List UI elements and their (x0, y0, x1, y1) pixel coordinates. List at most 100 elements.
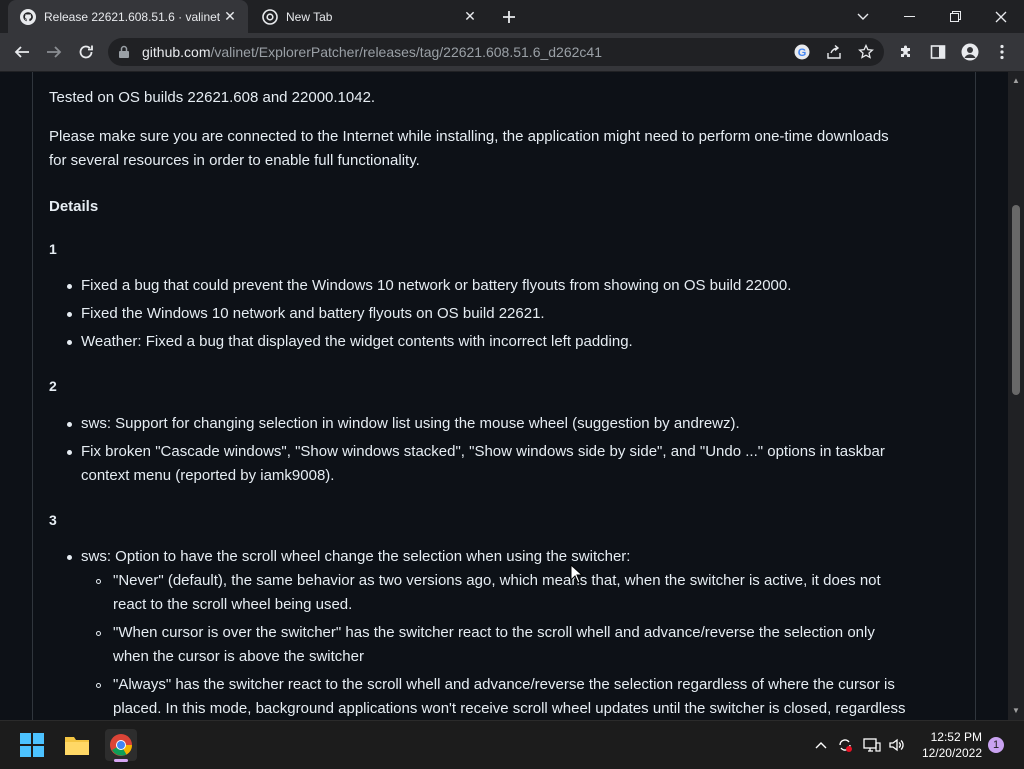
list-item: Fix broken "Cascade windows", "Show wind… (81, 443, 885, 460)
bookmark-button[interactable] (856, 42, 876, 62)
page-scrollbar[interactable]: ▲ ▼ (1008, 72, 1024, 720)
google-icon: G (794, 44, 810, 60)
close-tab-icon[interactable]: ✕ (460, 7, 480, 27)
page-viewport: Tested on OS builds 22621.608 and 22000.… (0, 72, 1008, 720)
network-tray-icon[interactable] (862, 735, 882, 755)
list-item: Weather: Fixed a bug that displayed the … (81, 333, 633, 350)
arrow-right-icon (47, 46, 62, 58)
clock-time: 12:52 PM (930, 730, 982, 744)
reload-icon (79, 45, 93, 59)
volume-tray-icon[interactable] (887, 735, 907, 755)
bullet (67, 284, 72, 289)
sub-list-item-continued: placed. In this mode, background applica… (113, 700, 906, 717)
internet-note-line1: Please make sure you are connected to th… (49, 128, 889, 145)
taskbar-clock[interactable]: 12:52 PM 12/20/2022 (912, 729, 982, 761)
minimize-button[interactable] (886, 0, 932, 33)
tab-github-release[interactable]: Release 22621.608.51.6 · valinet/E ✕ (8, 0, 248, 33)
sub-bullet (96, 631, 101, 636)
folder-icon (65, 737, 89, 755)
arrow-left-icon (14, 46, 29, 58)
sub-bullet (96, 579, 101, 584)
profile-button[interactable] (958, 40, 982, 64)
profile-icon (961, 43, 979, 61)
puzzle-icon (901, 45, 910, 57)
bullet (67, 312, 72, 317)
sub-bullet (96, 683, 101, 688)
new-tab-button[interactable] (498, 6, 520, 28)
sub-list-item-continued: react to the scroll wheel being used. (113, 596, 353, 613)
restore-button[interactable] (932, 0, 978, 33)
mouse-cursor-icon (570, 564, 584, 584)
share-icon (827, 44, 841, 59)
close-tab-icon[interactable]: ✕ (220, 7, 240, 27)
tab-new-tab[interactable]: New Tab ✕ (250, 0, 488, 33)
chrome-icon (110, 734, 132, 756)
active-app-indicator (114, 759, 128, 762)
list-item: Fixed the Windows 10 network and battery… (81, 305, 545, 322)
file-explorer-button[interactable] (61, 729, 93, 761)
sub-list-item-continued: when the cursor is above the switcher (113, 648, 364, 665)
minimize-icon (903, 15, 915, 17)
tab-search-button[interactable] (840, 0, 886, 33)
svg-text:G: G (798, 47, 807, 59)
chevron-down-icon (857, 13, 869, 20)
tab-title: New Tab (286, 9, 333, 24)
bullet (67, 340, 72, 345)
monitor-network-icon (863, 738, 881, 752)
kebab-menu-icon (1000, 44, 1004, 60)
list-item: sws: Support for changing selection in w… (81, 415, 740, 432)
sync-tray-icon[interactable] (835, 735, 855, 755)
restore-icon (949, 11, 961, 22)
section-3-number: 3 (49, 512, 57, 528)
scroll-up-icon[interactable]: ▲ (1012, 76, 1020, 85)
star-icon (858, 44, 874, 59)
side-panel-icon (930, 45, 946, 59)
share-button[interactable] (824, 42, 844, 62)
list-item: Fixed a bug that could prevent the Windo… (81, 277, 792, 294)
list-item-continued: context menu (reported by iamk9008). (81, 467, 335, 484)
browser-titlebar: Release 22621.608.51.6 · valinet/E ✕ New… (0, 0, 1024, 33)
forward-button[interactable] (42, 40, 66, 64)
clock-date: 12/20/2022 (921, 746, 982, 760)
lock-icon[interactable] (118, 45, 130, 59)
menu-button[interactable] (990, 40, 1014, 64)
sub-list-item: "Never" (default), the same behavior as … (113, 572, 881, 589)
chrome-taskbar-button[interactable] (105, 729, 137, 762)
browser-toolbar: github.com/valinet/ExplorerPatcher/relea… (0, 33, 1024, 72)
section-2-number: 2 (49, 378, 57, 394)
bullet (67, 422, 72, 427)
close-window-button[interactable] (978, 0, 1024, 33)
windows-logo-icon (20, 733, 44, 757)
side-panel-button[interactable] (926, 40, 950, 64)
scroll-thumb[interactable] (1012, 205, 1020, 395)
plus-icon (503, 11, 515, 23)
address-bar[interactable]: github.com/valinet/ExplorerPatcher/relea… (108, 38, 884, 66)
notification-badge[interactable]: 1 (988, 737, 1004, 753)
section-1-number: 1 (49, 241, 57, 257)
show-hidden-icons-button[interactable] (811, 735, 831, 755)
tab-title: Release 22621.608.51.6 · valinet/E (44, 9, 220, 24)
speaker-icon (889, 738, 904, 752)
chevron-up-icon (815, 742, 827, 749)
bullet (67, 450, 72, 455)
internet-note-line2: for several resources in order to enable… (49, 152, 420, 169)
back-button[interactable] (10, 40, 34, 64)
start-button[interactable] (16, 729, 48, 761)
list-item: sws: Option to have the scroll wheel cha… (81, 548, 631, 565)
url-host: github.com (142, 44, 211, 60)
bullet (67, 555, 72, 560)
windows-taskbar: 12:52 PM 12/20/2022 1 (0, 720, 1024, 769)
url-text: github.com/valinet/ExplorerPatcher/relea… (142, 44, 602, 60)
chrome-icon (262, 8, 278, 25)
google-lens-button[interactable]: G (792, 42, 812, 62)
url-path: /valinet/ExplorerPatcher/releases/tag/22… (210, 44, 602, 60)
github-icon (20, 8, 36, 25)
extensions-button[interactable] (894, 40, 918, 64)
tested-builds-text: Tested on OS builds 22621.608 and 22000.… (49, 89, 376, 106)
details-heading: Details (49, 198, 99, 215)
reload-button[interactable] (74, 40, 98, 64)
sub-list-item: "When cursor is over the switcher" has t… (113, 624, 875, 641)
sync-icon (839, 739, 852, 752)
sub-list-item: "Always" has the switcher react to the s… (113, 676, 895, 693)
scroll-down-icon[interactable]: ▼ (1012, 706, 1020, 715)
